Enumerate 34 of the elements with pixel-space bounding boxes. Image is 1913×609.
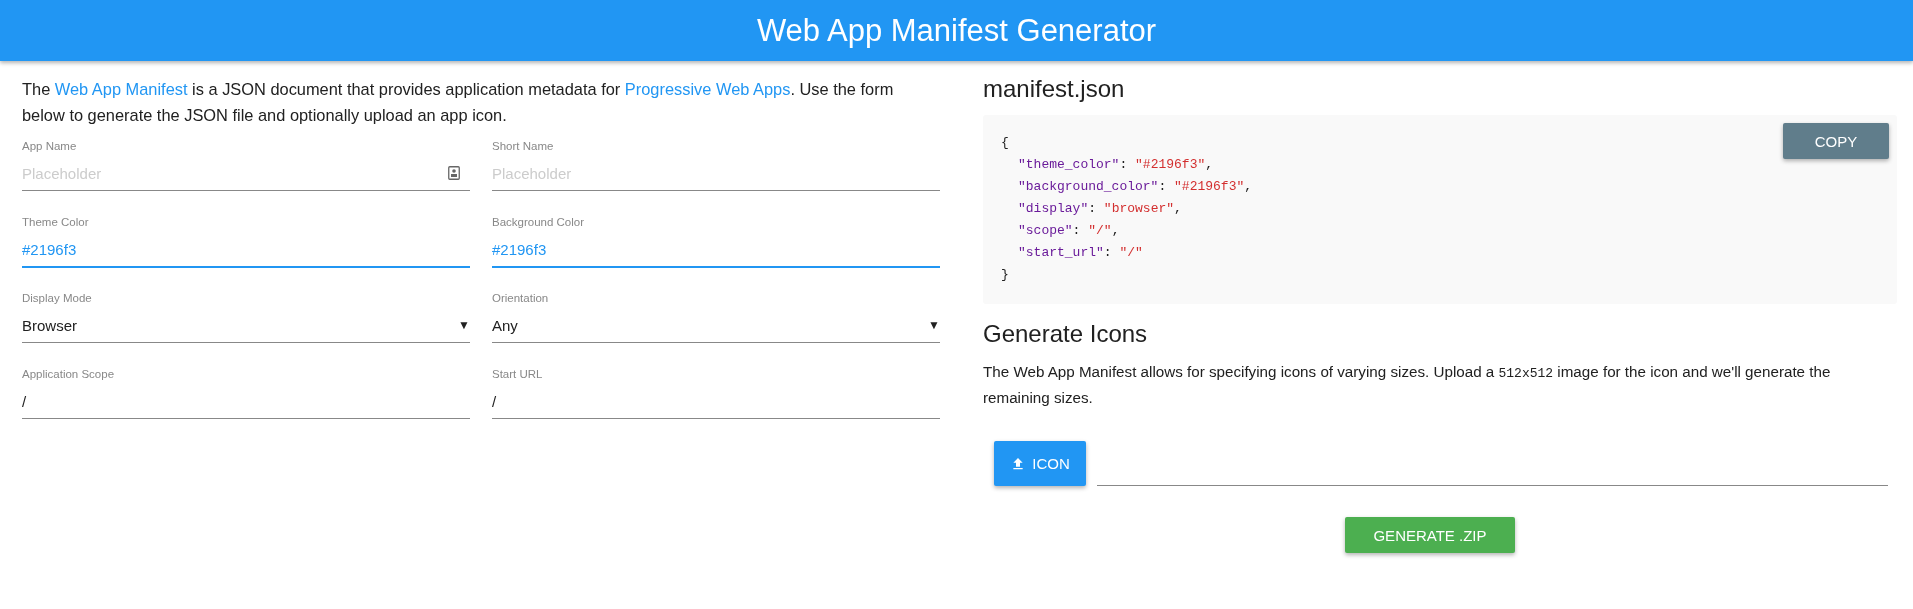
generate-zip-button[interactable]: GENERATE .ZIP bbox=[1345, 517, 1515, 553]
input-field[interactable]: #2196f3 bbox=[22, 232, 470, 268]
code-line: "scope": "/", bbox=[1017, 222, 1121, 240]
caret-icon: ▼ bbox=[928, 318, 940, 332]
field-label: Start URL bbox=[492, 368, 544, 380]
dropdown[interactable]: Browser ▼ bbox=[22, 308, 470, 343]
field-label: Orientation bbox=[492, 292, 550, 304]
code-line: } bbox=[1001, 266, 1010, 284]
intro-text: The Web App Manifest is a JSON document that provides application metadata for Progressive Web Apps. Use the form below to generate the JSON file and optionally upload an app icon. bbox=[22, 79, 895, 126]
field-label: Display Mode bbox=[22, 292, 93, 304]
input-field[interactable]: / bbox=[22, 384, 470, 419]
field-label: Background Color bbox=[492, 216, 586, 228]
description-text: The Web App Manifest allows for specifying icons of varying sizes. Upload a 512x512 image for the icon and we'll generate the remaining sizes. bbox=[983, 362, 1832, 408]
input-field[interactable]: #2196f3 bbox=[492, 232, 940, 268]
link[interactable]: Progressive Web Apps bbox=[624, 80, 791, 98]
field-label: Theme Color bbox=[22, 216, 90, 228]
input-field[interactable]: / bbox=[492, 384, 940, 419]
upload-icon-button[interactable]: ICON bbox=[994, 441, 1086, 486]
code-line: "start_url": "/" bbox=[1017, 244, 1144, 262]
code-line: "background_color": "#2196f3", bbox=[1017, 178, 1253, 196]
field-label: Short Name bbox=[492, 140, 555, 152]
caret-icon: ▼ bbox=[458, 318, 470, 332]
code-line: { bbox=[1001, 134, 1010, 152]
page-title: Web App Manifest Generator bbox=[756, 12, 1157, 49]
section-heading: manifest.json bbox=[983, 75, 1126, 103]
link[interactable]: Web App Manifest bbox=[54, 80, 188, 98]
copy-button[interactable]: COPY bbox=[1783, 123, 1889, 159]
code-line: "display": "browser", bbox=[1017, 200, 1183, 218]
dropdown[interactable]: Any ▼ bbox=[492, 308, 940, 343]
section-heading: Generate Icons bbox=[983, 320, 1149, 348]
code-line: "theme_color": "#2196f3", bbox=[1017, 156, 1215, 174]
field-label: App Name bbox=[22, 140, 78, 152]
field-label: Application Scope bbox=[22, 368, 116, 380]
contact-card-icon bbox=[448, 166, 460, 180]
